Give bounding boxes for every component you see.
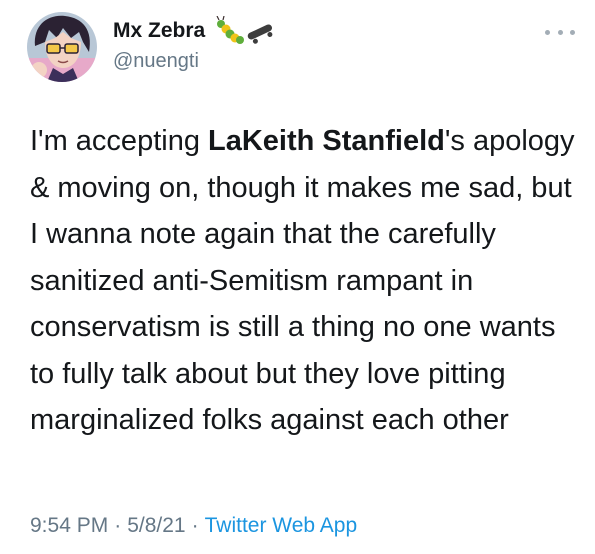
tweet-text-after: 's apology & moving on, though it makes … [30, 125, 575, 436]
name-emoji-group [216, 16, 273, 44]
more-dot-icon [570, 29, 575, 35]
more-dot-icon [545, 29, 550, 35]
anime-avatar-icon [27, 12, 97, 82]
tweet-source-link[interactable]: Twitter Web App [205, 514, 358, 537]
tweet-meta: 9:54 PM · 5/8/21 · Twitter Web App [30, 514, 357, 538]
user-handle[interactable]: @nuengti [113, 50, 199, 73]
tweet-text: I'm accepting LaKeith Stanfield's apolog… [30, 118, 578, 444]
meta-separator: · [114, 514, 122, 537]
tweet-date[interactable]: 5/8/21 [127, 514, 185, 537]
tweet-text-before: I'm accepting [30, 125, 209, 157]
tweet-time[interactable]: 9:54 PM [30, 514, 108, 537]
meta-separator: · [191, 514, 199, 537]
display-name[interactable]: Mx Zebra [113, 19, 205, 43]
skateboard-icon [247, 24, 273, 44]
more-dot-icon [557, 29, 563, 35]
user-avatar[interactable] [27, 12, 97, 82]
tweet-bold-name: LaKeith Stanfield [208, 125, 445, 157]
tweet-card: Mx Zebra @nuengti I'm accepting LaKeith … [0, 0, 595, 554]
caterpillar-icon [216, 16, 244, 44]
more-options-button[interactable] [545, 22, 575, 42]
